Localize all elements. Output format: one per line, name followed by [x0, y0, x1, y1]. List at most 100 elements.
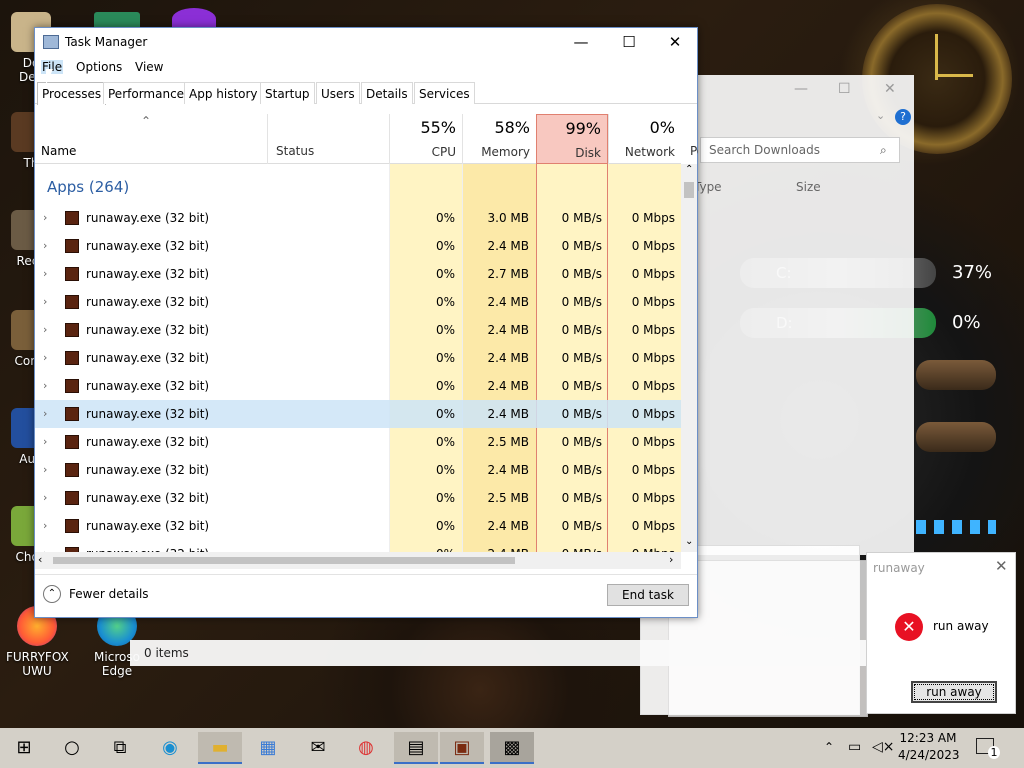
horizontal-scrollbar[interactable]: ‹ ›: [35, 552, 681, 569]
store-icon[interactable]: ▦: [246, 732, 290, 764]
task-manager-icon[interactable]: ▩: [490, 732, 534, 764]
minimize-icon[interactable]: —: [567, 32, 595, 52]
expand-chevron-icon[interactable]: ›: [43, 211, 47, 224]
run-away-button[interactable]: run away: [911, 681, 997, 703]
column-header-disk[interactable]: 99% Disk: [536, 114, 608, 164]
search-input[interactable]: Search Downloads: [700, 137, 900, 163]
cpu-value: 0%: [435, 407, 455, 421]
table-row[interactable]: › runaway.exe (32 bit) 0% 2.5 MB 0 MB/s 0 Mbp…: [35, 428, 681, 456]
scroll-down-icon[interactable]: ⌄: [685, 536, 693, 547]
fewer-details-link[interactable]: Fewer details: [69, 587, 149, 601]
expand-chevron-icon[interactable]: ›: [43, 463, 47, 476]
end-task-button[interactable]: End task: [607, 584, 689, 606]
runaway-app-icon: [65, 491, 79, 505]
document-icon[interactable]: ▤: [394, 732, 438, 764]
table-row[interactable]: ›runaway.exe (32 bit)0%2.4 MB0 MB/s0 Mbp…: [35, 400, 681, 428]
network-value: 0 Mbps: [631, 379, 675, 393]
menu-options[interactable]: Options: [76, 60, 122, 74]
close-icon[interactable]: ✕: [995, 557, 1008, 575]
menu-view[interactable]: View: [135, 60, 163, 74]
column-header-name[interactable]: Name: [41, 144, 76, 158]
expand-chevron-icon[interactable]: ›: [43, 267, 47, 280]
clock-time: 12:23 AM: [899, 731, 957, 745]
expand-chevron-icon[interactable]: ›: [43, 435, 47, 448]
tab-startup[interactable]: Startup: [260, 82, 315, 104]
chrome-icon[interactable]: ◍: [344, 732, 388, 764]
app-icon[interactable]: ▣: [440, 732, 484, 764]
expand-chevron-icon[interactable]: ›: [43, 379, 47, 392]
network-label: Network: [624, 145, 675, 159]
title-bar[interactable]: Task Manager — ☐ ✕: [35, 28, 697, 56]
close-icon[interactable]: ✕: [884, 81, 896, 97]
file-explorer-icon[interactable]: ▬: [198, 732, 242, 764]
chevron-up-icon[interactable]: ⌃: [43, 585, 61, 603]
table-row[interactable]: ›runaway.exe (32 bit)0%2.4 MB0 MB/s0 Mbp…: [35, 456, 681, 484]
windows-start-icon[interactable]: ⊞: [2, 732, 46, 764]
group-header-apps[interactable]: Apps (264): [47, 178, 129, 196]
maximize-icon[interactable]: ☐: [615, 32, 643, 52]
minimize-icon[interactable]: —: [794, 81, 808, 97]
column-header-type[interactable]: Type: [694, 180, 722, 194]
table-row[interactable]: ›runaway.exe (32 bit)0%2.4 MB0 MB/s0 Mbp…: [35, 316, 681, 344]
network-value: 0 Mbps: [631, 463, 675, 477]
expand-chevron-icon[interactable]: ›: [43, 519, 47, 532]
column-header-network[interactable]: 0% Network: [608, 114, 681, 164]
tab-processes[interactable]: Processes: [37, 82, 107, 105]
mail-icon[interactable]: ✉: [296, 732, 340, 764]
chevron-down-icon[interactable]: ⌄: [876, 109, 885, 122]
scroll-thumb[interactable]: [684, 182, 694, 198]
column-header-status[interactable]: Status: [267, 114, 389, 164]
search-icon[interactable]: ⌕: [880, 143, 887, 158]
column-header-power[interactable]: Po: [690, 144, 698, 158]
edge-icon[interactable]: ◉: [148, 732, 192, 764]
column-header-size[interactable]: Size: [796, 180, 821, 194]
memory-label: Memory: [481, 145, 530, 159]
maximize-icon[interactable]: ☐: [838, 81, 851, 97]
close-icon[interactable]: ✕: [661, 32, 689, 52]
expand-chevron-icon[interactable]: ›: [43, 323, 47, 336]
cortana-icon[interactable]: ○: [50, 732, 94, 764]
runaway-app-icon: [65, 267, 79, 281]
column-header-memory[interactable]: 58% Memory: [462, 114, 536, 164]
error-icon: ✕: [895, 613, 923, 641]
task-view-icon[interactable]: ⧉: [98, 732, 142, 764]
table-row[interactable]: ›runaway.exe (32 bit)0%2.4 MB0 MB/s0 Mbp…: [35, 372, 681, 400]
runaway-app-icon: [65, 211, 79, 225]
disk-value: 0 MB/s: [561, 463, 602, 477]
help-icon[interactable]: ?: [895, 109, 911, 125]
expand-chevron-icon[interactable]: ›: [43, 407, 47, 420]
scroll-up-icon[interactable]: ⌃: [685, 164, 693, 175]
column-header-cpu[interactable]: 55% CPU: [389, 114, 462, 164]
vertical-scrollbar[interactable]: ⌃ ⌄: [681, 164, 697, 552]
chevron-up-icon[interactable]: ⌃: [824, 740, 834, 754]
scroll-thumb[interactable]: [53, 557, 515, 564]
table-row[interactable]: ›runaway.exe (32 bit)0%2.4 MB0 MB/s0 Mbp…: [35, 540, 681, 552]
expand-chevron-icon[interactable]: ›: [43, 351, 47, 364]
scroll-right-icon[interactable]: ›: [669, 553, 673, 566]
sort-chevron-icon[interactable]: ⌃: [141, 114, 151, 128]
process-name: runaway.exe (32 bit): [86, 211, 210, 225]
table-row[interactable]: › runaway.exe (32 bit) 0% 3.0 MB 0 MB/s 0 Mbp…: [35, 204, 681, 232]
table-row[interactable]: ›runaway.exe (32 bit)0%2.4 MB0 MB/s0 Mbp…: [35, 512, 681, 540]
table-row[interactable]: › runaway.exe (32 bit) 0% 2.5 MB 0 MB/s 0 Mbp…: [35, 484, 681, 512]
clock[interactable]: 12:23 AM 4/24/2023: [898, 731, 960, 762]
clock-date: 4/24/2023: [898, 748, 960, 762]
table-row[interactable]: ›runaway.exe (32 bit)0%2.4 MB0 MB/s0 Mbp…: [35, 288, 681, 316]
tab-services[interactable]: Services: [414, 82, 475, 104]
expand-chevron-icon[interactable]: ›: [43, 239, 47, 252]
table-row[interactable]: › runaway.exe (32 bit) 0% 2.7 MB 0 MB/s 0 Mbp…: [35, 260, 681, 288]
tab-users[interactable]: Users: [316, 82, 360, 104]
volume-muted-icon[interactable]: ◁×: [872, 739, 895, 755]
disk-label: Disk: [575, 146, 601, 160]
tab-details[interactable]: Details: [361, 82, 413, 104]
disk-value: 0 MB/s: [561, 211, 602, 225]
network-icon[interactable]: ▭: [848, 739, 861, 755]
expand-chevron-icon[interactable]: ›: [43, 295, 47, 308]
scroll-left-icon[interactable]: ‹: [38, 553, 42, 566]
table-row[interactable]: ›runaway.exe (32 bit)0%2.4 MB0 MB/s0 Mbp…: [35, 344, 681, 372]
expand-chevron-icon[interactable]: ›: [43, 491, 47, 504]
memory-value: 2.4 MB: [487, 351, 529, 365]
tab-performance[interactable]: Performance: [103, 82, 190, 104]
tab-app-history[interactable]: App history: [184, 82, 263, 104]
table-row[interactable]: ›runaway.exe (32 bit)0%2.4 MB0 MB/s0 Mbp…: [35, 232, 681, 260]
